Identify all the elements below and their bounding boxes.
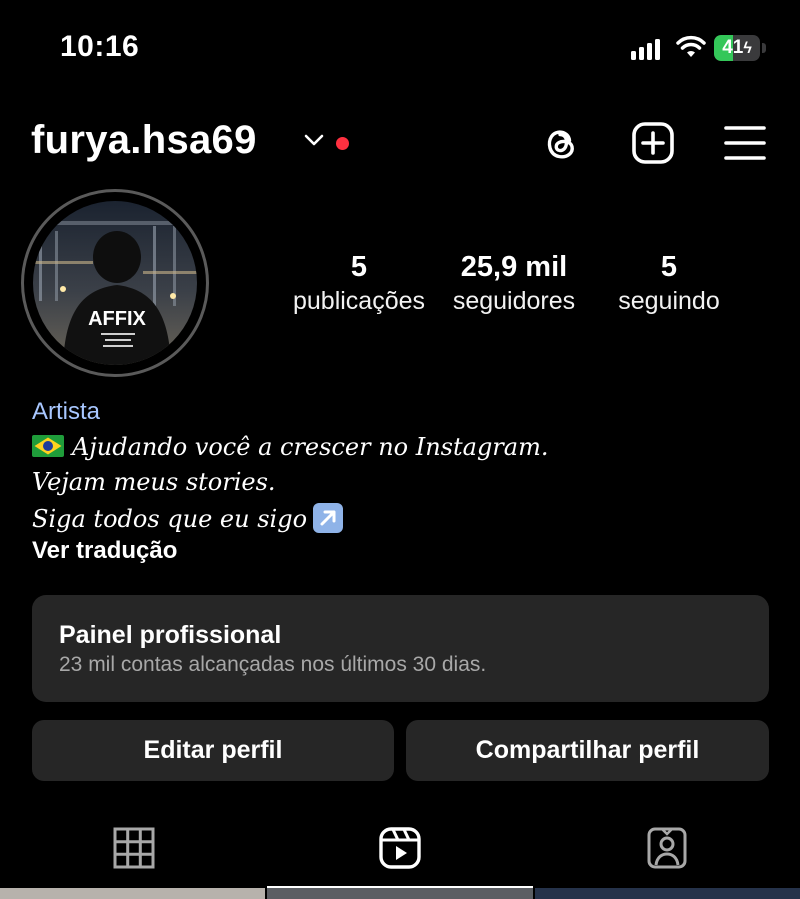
bio-line-3: Siga todos que eu sigo: [32, 503, 344, 533]
username-switcher[interactable]: furya.hsa69: [31, 118, 257, 163]
post-thumbnail[interactable]: [535, 888, 800, 899]
avatar[interactable]: AFFIX: [33, 201, 197, 365]
up-right-arrow-icon: [313, 503, 344, 533]
bio-line-1: Ajudando você a crescer no Instagram.: [32, 433, 548, 461]
new-post-icon[interactable]: [630, 120, 676, 166]
cellular-signal-icon: [631, 38, 661, 60]
panel-title: Painel profissional: [59, 621, 282, 649]
tagged-icon[interactable]: [645, 826, 689, 870]
notification-dot: [336, 137, 349, 150]
profile-category: Artista: [32, 398, 101, 425]
stat-followers-label: seguidores: [452, 287, 576, 315]
avatar-jacket-text: AFFIX: [88, 308, 146, 330]
post-thumbnail[interactable]: [0, 888, 265, 899]
charging-bolt-icon: ϟ: [743, 40, 752, 57]
status-bar: 10:16 41ϟ: [0, 0, 800, 96]
stat-following[interactable]: 5 seguindo: [608, 250, 730, 318]
grid-icon[interactable]: [112, 826, 156, 870]
status-time: 10:16: [60, 30, 140, 63]
reels-icon[interactable]: [378, 826, 422, 870]
battery-icon: 41ϟ: [714, 35, 766, 61]
avatar-photo: AFFIX: [33, 201, 197, 365]
see-translation-link[interactable]: Ver tradução: [32, 537, 177, 565]
bio-line-2: Vejam meus stories.: [32, 468, 276, 496]
chevron-down-icon[interactable]: [303, 132, 325, 148]
panel-subtitle: 23 mil contas alcançadas nos últimos 30 …: [59, 653, 487, 676]
professional-dashboard-card[interactable]: Painel profissional 23 mil contas alcanç…: [32, 595, 769, 702]
wifi-icon: [676, 35, 706, 57]
stat-posts[interactable]: 5 publicações: [290, 250, 428, 318]
posts-grid-preview: [0, 888, 800, 899]
share-profile-button[interactable]: Compartilhar perfil: [406, 720, 769, 781]
post-thumbnail[interactable]: [267, 888, 533, 899]
stat-posts-value: 5: [350, 251, 368, 283]
profile-header: furya.hsa69: [0, 112, 800, 172]
stat-following-value: 5: [660, 251, 678, 283]
stat-followers[interactable]: 25,9 mil seguidores: [442, 250, 586, 318]
stat-posts-label: publicações: [292, 287, 426, 315]
menu-icon[interactable]: [722, 120, 768, 166]
battery-level: 41: [722, 37, 744, 58]
threads-icon[interactable]: [538, 120, 584, 166]
stat-followers-value: 25,9 mil: [460, 251, 568, 283]
edit-profile-button[interactable]: Editar perfil: [32, 720, 394, 781]
stat-following-label: seguindo: [618, 287, 720, 315]
brazil-flag-icon: [32, 435, 64, 457]
